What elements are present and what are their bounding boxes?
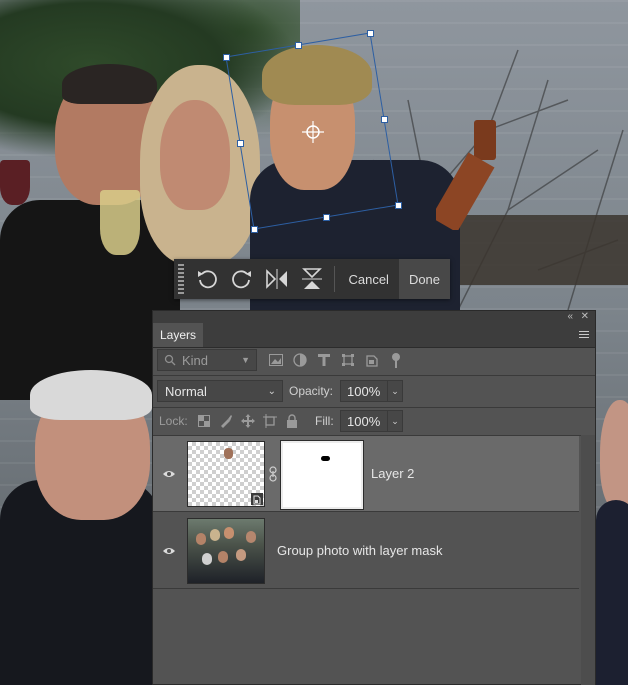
transform-handle-bottom-left[interactable] (251, 226, 258, 233)
transform-handle-top-right[interactable] (367, 30, 374, 37)
transform-toolbar: Cancel Done (174, 259, 451, 299)
rotate-left-icon[interactable] (190, 259, 225, 299)
filter-type-layers-icon[interactable] (315, 351, 333, 369)
layer-name[interactable]: Layer 2 (371, 466, 414, 481)
mask-shape (321, 456, 330, 461)
layer-row-group-photo[interactable]: Group photo with layer mask (153, 513, 579, 589)
layer-2-thumbnail[interactable] (187, 441, 265, 507)
opacity-value: 100% (347, 383, 381, 399)
lock-icons-group (195, 411, 301, 431)
rotate-right-icon[interactable] (225, 259, 260, 299)
fill-value: 100% (347, 413, 381, 429)
tab-layers[interactable]: Layers (153, 323, 204, 347)
thumbnail-face (236, 549, 246, 561)
fill-label: Fill: (315, 414, 334, 428)
filter-kind-dropdown[interactable]: Kind ▼ (157, 349, 257, 371)
flip-horizontal-icon[interactable] (260, 259, 295, 299)
thumbnail-face-crop (224, 448, 233, 459)
panel-menu-icon[interactable] (579, 329, 589, 340)
transform-handle-left[interactable] (237, 140, 244, 147)
person-right-hair (262, 45, 372, 105)
panel-divider (153, 375, 595, 376)
fill-dropdown-chevron-icon[interactable]: ⌄ (387, 411, 402, 431)
person-right-edge-face (600, 400, 628, 510)
wine-glass-left (0, 160, 30, 205)
opacity-field[interactable]: 100% ⌄ (340, 380, 403, 402)
person-woman-face (160, 100, 230, 210)
person-bottom-hair (30, 370, 152, 420)
lock-label: Lock: (159, 414, 188, 428)
lock-all-icon[interactable] (283, 412, 301, 430)
transform-handle-top-left[interactable] (223, 54, 230, 61)
blend-mode-dropdown[interactable]: Normal ⌄ (157, 380, 283, 402)
thumbnail-face (224, 527, 234, 539)
layers-scrollbar[interactable] (581, 435, 595, 685)
flip-vertical-icon[interactable] (295, 259, 330, 299)
visibility-eye-icon[interactable] (153, 436, 185, 512)
transform-handle-right[interactable] (381, 116, 388, 123)
transform-handle-bottom-right[interactable] (395, 202, 402, 209)
filter-kind-label: Kind (182, 352, 209, 368)
chevron-down-icon: ⌄ (267, 385, 276, 397)
collapse-panel-icon[interactable]: « (567, 311, 573, 323)
group-photo-thumbnail[interactable] (187, 518, 265, 584)
opacity-label: Opacity: (289, 384, 334, 398)
filter-adjustment-layers-icon[interactable] (291, 351, 309, 369)
person-right-edge-shirt (596, 500, 628, 685)
visibility-eye-icon[interactable] (153, 513, 185, 589)
fill-field[interactable]: 100% ⌄ (340, 410, 403, 432)
transform-handle-bottom[interactable] (323, 214, 330, 221)
filter-shape-layers-icon[interactable] (339, 351, 357, 369)
cancel-button[interactable]: Cancel (338, 259, 398, 299)
done-button[interactable]: Done (398, 259, 451, 299)
chevron-down-icon: ▼ (241, 355, 250, 365)
close-panel-icon[interactable]: ✕ (581, 311, 589, 323)
panel-tab-row: Layers (153, 323, 595, 348)
filter-smart-objects-icon[interactable] (363, 351, 381, 369)
layers-panel: « ✕ Layers Kind ▼ Normal ⌄ Opacity: 100%… (152, 310, 596, 685)
filter-toggle-icon[interactable] (387, 351, 405, 369)
reference-point-icon[interactable] (302, 121, 324, 143)
lock-transparent-pixels-icon[interactable] (195, 412, 213, 430)
layer-row-layer-2[interactable]: Layer 2 (153, 436, 579, 512)
thumbnail-face (202, 553, 212, 565)
mask-link-chain-icon[interactable] (269, 466, 277, 487)
filter-pixel-layers-icon[interactable] (267, 351, 285, 369)
toolbar-separator (333, 266, 335, 292)
lock-artboard-icon[interactable] (261, 412, 279, 430)
layer-name[interactable]: Group photo with layer mask (277, 543, 442, 558)
person-left-hair (62, 64, 157, 104)
toolbar-grip-handle[interactable] (178, 264, 184, 294)
thumbnail-face (246, 531, 256, 543)
lock-image-pixels-icon[interactable] (217, 412, 235, 430)
thumbnail-face (218, 551, 228, 563)
panel-title-strip[interactable]: « ✕ (153, 311, 595, 323)
thumbnail-face (210, 529, 220, 541)
layer-2-mask-thumbnail[interactable] (280, 440, 364, 510)
filter-icons-group (267, 349, 405, 371)
lock-position-icon[interactable] (239, 412, 257, 430)
blend-mode-value: Normal (165, 383, 207, 399)
thumbnail-face (196, 533, 206, 545)
smart-object-badge-icon (251, 493, 263, 505)
search-icon (164, 354, 176, 366)
panel-divider (153, 407, 595, 408)
transform-handle-top[interactable] (295, 42, 302, 49)
wine-glass-right (100, 190, 140, 255)
opacity-dropdown-chevron-icon[interactable]: ⌄ (387, 381, 402, 401)
guitar-headstock (436, 120, 496, 230)
